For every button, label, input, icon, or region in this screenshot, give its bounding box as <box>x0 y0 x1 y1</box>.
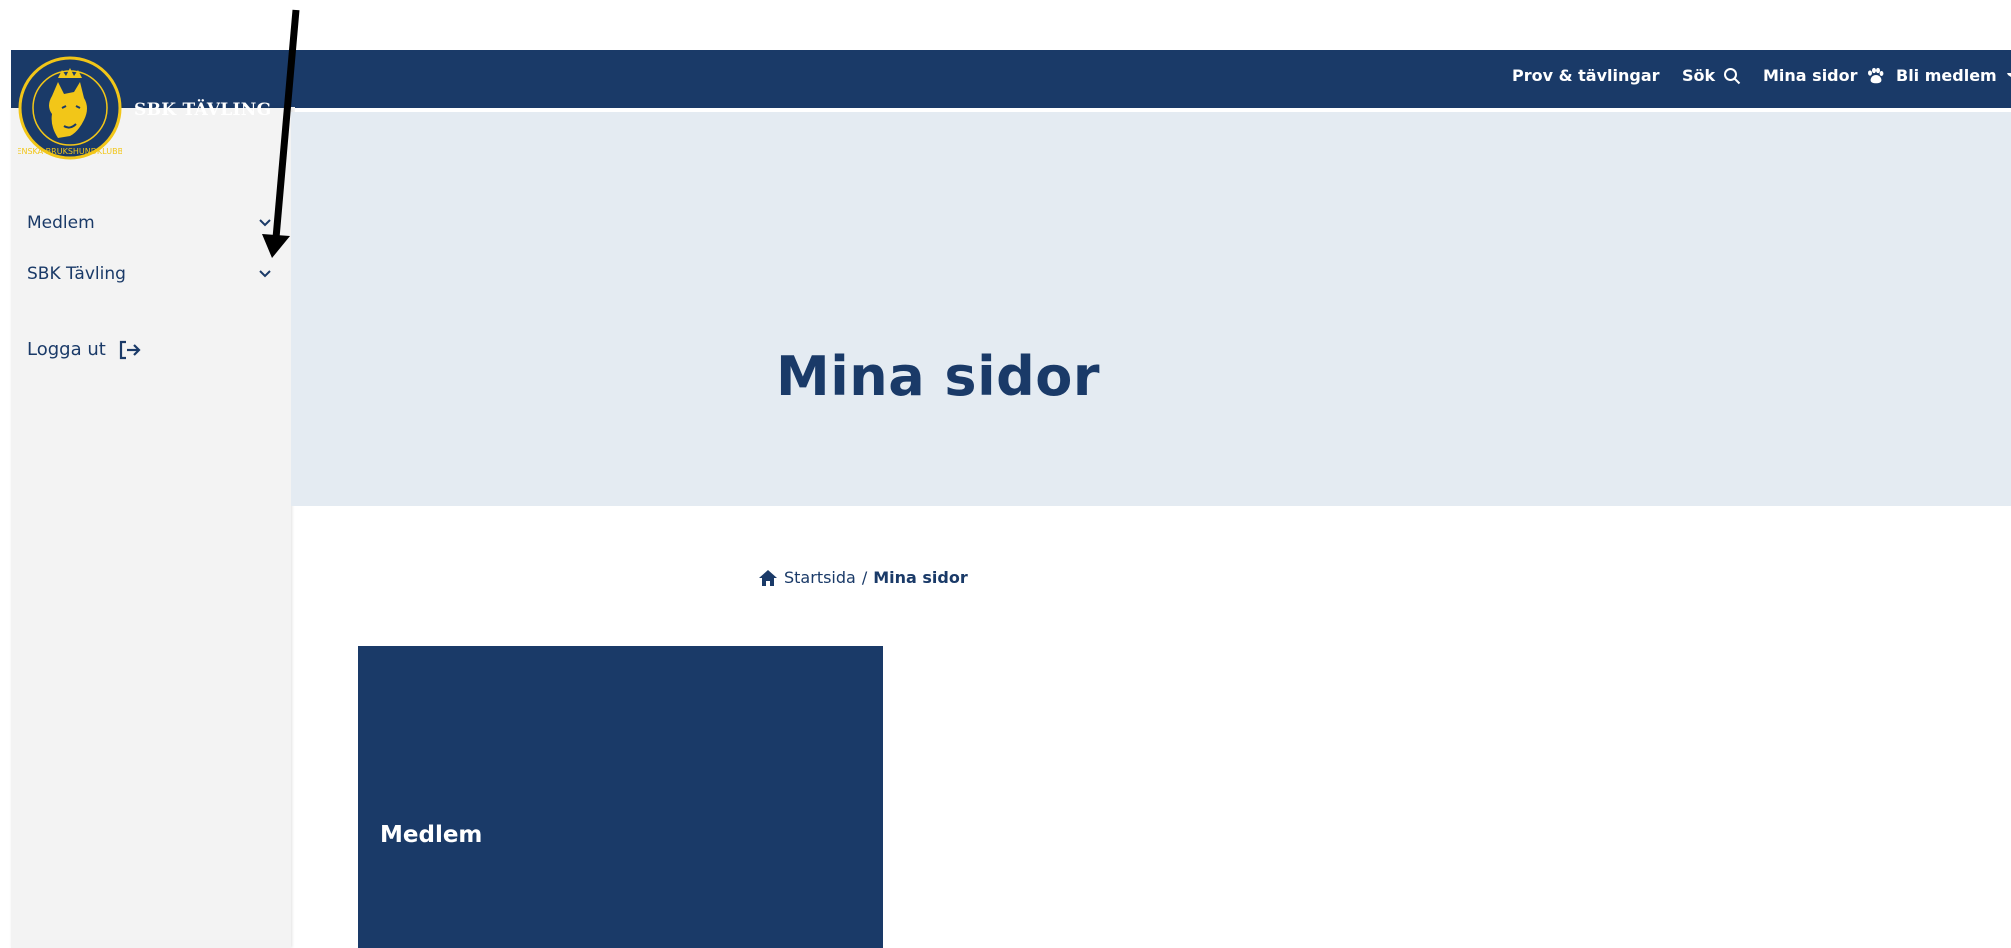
breadcrumb-current: Mina sidor <box>873 568 968 587</box>
home-icon[interactable] <box>758 569 778 587</box>
search-icon <box>1724 67 1741 84</box>
card-label: Medlem <box>380 822 483 848</box>
breadcrumb-home-link[interactable]: Startsida <box>784 568 856 587</box>
sidebar-item-label: Medlem <box>27 213 95 233</box>
hero-banner <box>291 112 2011 506</box>
sidebar-item-medlem[interactable]: Medlem <box>27 205 272 241</box>
nav-label: Prov & tävlingar <box>1512 66 1660 85</box>
paw-icon <box>1867 67 1883 83</box>
nav-search[interactable]: Sök <box>1682 66 1741 85</box>
logout-icon <box>119 340 141 359</box>
chevron-down-icon[interactable] <box>258 218 272 228</box>
breadcrumb-separator: / <box>861 568 868 587</box>
nav-bli-medlem[interactable]: Bli medlem <box>1896 66 2011 85</box>
site-name[interactable]: SBK TÄVLING <box>134 100 271 120</box>
svg-text:SVENSKA BRUKSHUNDKLUBBEN: SVENSKA BRUKSHUNDKLUBBEN <box>18 147 122 156</box>
nav-label: Bli medlem <box>1896 66 1997 85</box>
breadcrumb: Startsida / Mina sidor <box>758 568 968 587</box>
logout-label: Logga ut <box>27 339 106 360</box>
logout-link[interactable]: Logga ut <box>27 339 142 360</box>
nav-prov-tavlingar[interactable]: Prov & tävlingar <box>1512 66 1660 85</box>
page-title: Mina sidor <box>776 345 1100 408</box>
sidebar-item-sbk-tavling[interactable]: SBK Tävling <box>27 256 272 292</box>
sidebar-item-label: SBK Tävling <box>27 264 126 284</box>
nav-label: Sök <box>1682 66 1716 85</box>
nav-mina-sidor[interactable]: Mina sidor <box>1763 66 1884 85</box>
sbk-dog-emblem-icon[interactable]: SVENSKA BRUKSHUNDKLUBBEN <box>6 56 134 160</box>
card-medlem[interactable]: Medlem <box>358 646 883 948</box>
chevron-down-icon[interactable] <box>258 269 272 279</box>
nav-label: Mina sidor <box>1763 66 1858 85</box>
dog-icon <box>2006 72 2011 83</box>
